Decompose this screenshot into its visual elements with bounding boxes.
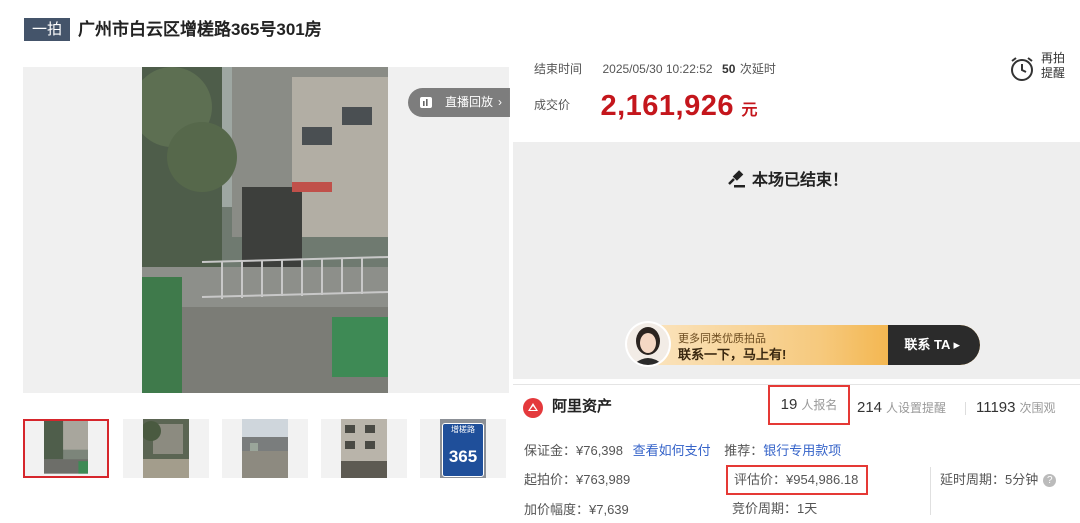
help-icon[interactable]: ? [1043, 474, 1057, 487]
reminder-count-stat: 214 人设置提醒 [857, 398, 946, 418]
views-count: 11193 [976, 399, 1016, 416]
starting-price: 起拍价：¥763,989 [524, 472, 631, 487]
views-label: 次围观 [1019, 401, 1056, 415]
alarm-clock-icon [1011, 57, 1033, 81]
thumbnail-image [44, 421, 88, 474]
promo-line-2: 联系一下，马上有! [678, 347, 787, 362]
bid-period: 竞价周期：1天 [732, 501, 818, 516]
auction-ended-text: 本场已结束！ [752, 172, 849, 189]
ali-assets-logo-icon [523, 398, 543, 418]
auction-type-badge: 一拍 [24, 18, 70, 41]
registration-count-stat: 19 人报名 [768, 385, 850, 425]
page-title: 广州市白云区增槎路365号301房 [78, 20, 322, 39]
how-to-pay-link[interactable]: 查看如何支付 [633, 443, 711, 458]
live-replay-label: 直播回放 [445, 95, 494, 109]
reminder-count: 214 [857, 399, 883, 416]
reminder-label: 人设置提醒 [886, 401, 947, 415]
recommend-label: 推荐： [724, 443, 764, 458]
thumbnail-2[interactable] [123, 419, 209, 478]
deal-price-unit: 元 [741, 102, 758, 119]
bid-increment: 加价幅度：¥7,639 [524, 502, 629, 517]
delay-period-row: 延时周期：5分钟? [940, 471, 1057, 489]
detail-divider [930, 467, 931, 515]
delay-label: 次延时 [739, 62, 776, 76]
contact-ta-button[interactable]: 联系 TA ▸ [904, 325, 960, 365]
end-time-label: 结束时间 [534, 62, 583, 76]
gavel-icon [728, 170, 745, 188]
registration-count: 19 [780, 396, 798, 413]
bar-chart-icon [420, 97, 432, 108]
plate-number-text: 365 [448, 447, 478, 466]
re-auction-remind-button[interactable]: 再拍 提醒 [1007, 51, 1077, 87]
deal-price-label: 成交价 [534, 98, 571, 112]
remind-line-2: 提醒 [1041, 66, 1066, 80]
thumbnail-image [242, 419, 288, 478]
live-replay-button[interactable]: 直播回放 › [408, 88, 510, 117]
thumbnail-image [143, 419, 189, 478]
ali-assets-brand: 阿里资产 [552, 398, 613, 415]
thumbnail-1[interactable] [23, 419, 109, 478]
main-photo [142, 67, 388, 393]
remind-line-1: 再拍 [1041, 51, 1066, 65]
thumbnail-5[interactable]: 增槎路 365 [420, 419, 506, 478]
delay-period: 延时周期：5分钟 [940, 472, 1039, 487]
end-time-value: 2025/05/30 10:22:52 [602, 62, 713, 76]
delay-count: 50 [722, 62, 736, 76]
chevron-right-icon: › [498, 95, 502, 109]
deposit-value: 保证金：¥76,398 [524, 443, 623, 458]
deal-price: 2,161,926 [600, 90, 734, 122]
promo-banner[interactable]: 更多同类优质拍品 联系一下，马上有! 联系 TA ▸ [626, 325, 980, 365]
thumbnail-4[interactable] [321, 419, 407, 478]
deposit-row: 保证金：¥76,398 查看如何支付 推荐：银行专用款项 [524, 442, 841, 460]
house-number-plate: 增槎路 365 [440, 419, 486, 478]
bank-account-link[interactable]: 银行专用款项 [763, 443, 841, 458]
stat-divider [965, 402, 966, 415]
views-count-stat: 11193 次围观 [976, 398, 1056, 418]
plate-street-text: 增槎路 [451, 425, 475, 434]
end-time-row: 结束时间 2025/05/30 10:22:52 50 次延时 [534, 62, 776, 76]
appraisal-price: 评估价：¥954,986.18 [726, 465, 868, 495]
thumbnail-image [341, 419, 387, 478]
deal-price-row: 成交价 2,161,926 元 [534, 90, 757, 123]
agent-avatar [627, 323, 669, 365]
auction-ended-message: 本场已结束！ [728, 166, 848, 190]
thumbnail-3[interactable] [222, 419, 308, 478]
registration-label: 人报名 [801, 398, 838, 412]
